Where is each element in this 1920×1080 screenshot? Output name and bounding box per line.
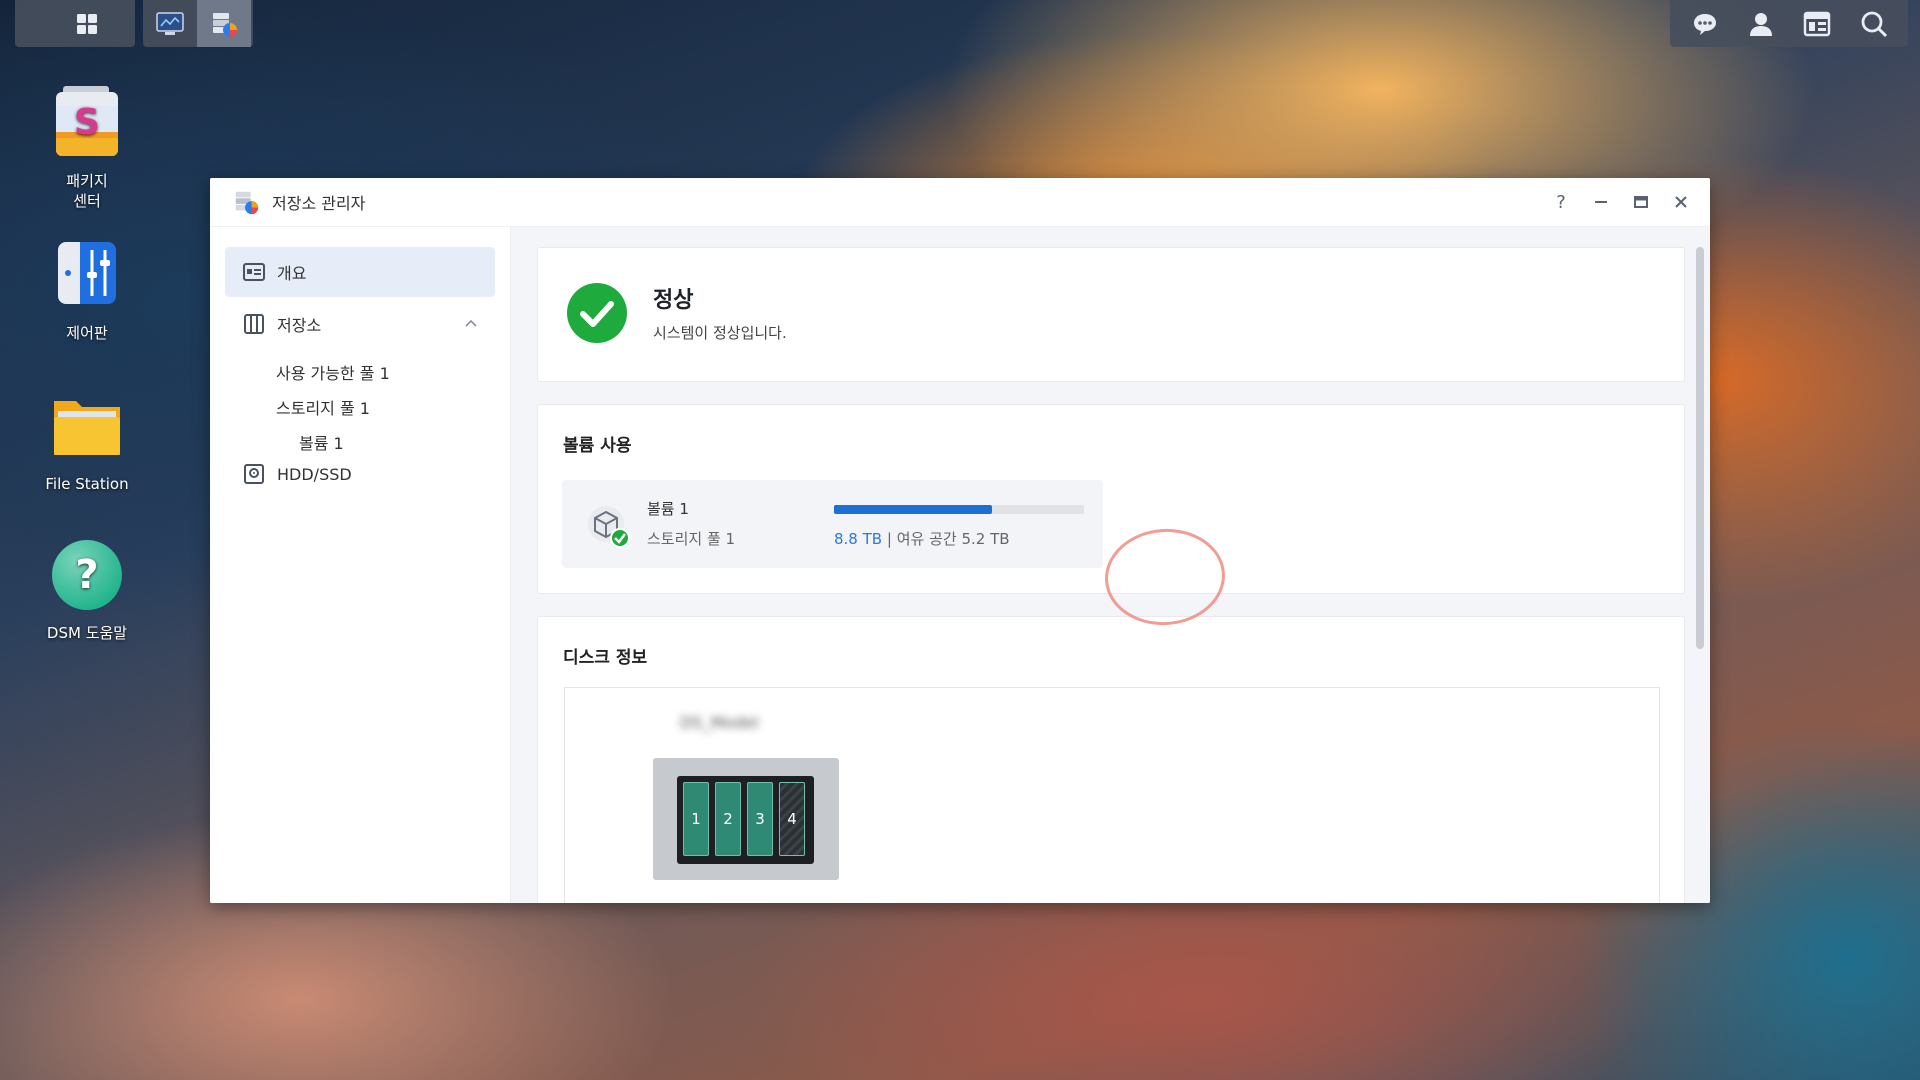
section-title: 볼륨 사용: [563, 436, 632, 456]
sidebar-item-storage-pool[interactable]: 스토리지 풀 1: [276, 395, 370, 419]
window-controls: ?: [1550, 178, 1692, 226]
minimize-button[interactable]: [1590, 191, 1612, 213]
taskbar-spacer: [15, 0, 39, 47]
sidebar-item-overview[interactable]: 개요: [225, 247, 495, 297]
search-icon[interactable]: [1860, 10, 1888, 38]
desktop-icon-label: 패키지 센터: [66, 172, 108, 210]
user-icon[interactable]: [1748, 11, 1774, 37]
desktop-icon-label: DSM 도움말: [46, 624, 128, 642]
check-circle-icon: [567, 283, 627, 343]
close-button[interactable]: [1670, 191, 1692, 213]
taskbar-app-storage-manager[interactable]: [197, 0, 251, 47]
volume-usage-item[interactable]: 볼륨 1 스토리지 풀 1 8.8 TB | 여유 공간 5.2 TB: [562, 480, 1103, 568]
usage-bar-fill: [834, 505, 992, 514]
help-icon: ?: [52, 540, 122, 610]
nas-device: 1 2 3 4: [653, 758, 839, 880]
disk-bay-1[interactable]: 1: [683, 782, 709, 856]
widgets-icon[interactable]: [1803, 11, 1831, 37]
desktop-icon-label: File Station: [45, 475, 129, 493]
volume-healthy-icon: [588, 506, 630, 548]
desktop-icon-control-panel[interactable]: 제어판: [30, 238, 144, 343]
maximize-button[interactable]: [1630, 191, 1652, 213]
storage-manager-window: 저장소 관리자 ? 개요 저장소 사용 가능한 풀 1 스토리지 풀 1 볼륨 …: [210, 178, 1710, 903]
volume-pool-name: 스토리지 풀 1: [647, 530, 736, 548]
taskbar-open-apps: [143, 0, 253, 47]
status-title: 정상: [653, 288, 694, 313]
maximize-icon: [1634, 196, 1648, 208]
chevron-up-icon[interactable]: [465, 319, 477, 327]
main-menu-button[interactable]: [39, 0, 135, 47]
sidebar-item-label: 저장소: [277, 316, 322, 335]
help-button[interactable]: ?: [1550, 191, 1572, 213]
taskbar-app-monitor[interactable]: [143, 0, 197, 47]
sidebar-item-storage[interactable]: 저장소: [225, 299, 495, 349]
volume-usage-text: 8.8 TB | 여유 공간 5.2 TB: [834, 528, 1010, 549]
storage-icon: [243, 313, 265, 335]
folder-icon: [54, 401, 120, 455]
status-card: 정상 시스템이 정상입니다.: [537, 247, 1685, 382]
desktop-icon-file-station[interactable]: File Station: [30, 389, 144, 494]
status-subtitle: 시스템이 정상입니다.: [653, 324, 787, 342]
sidebar-item-available-pool[interactable]: 사용 가능한 풀 1: [276, 360, 390, 384]
minimize-icon: [1595, 201, 1607, 203]
disk-diagram-frame: DS_Model 1 2 3 4: [564, 687, 1660, 903]
main-menu-icon: [77, 13, 97, 34]
disk-bay-4[interactable]: 4: [779, 782, 805, 856]
section-title: 디스크 정보: [563, 648, 648, 668]
desktop-icon-label: 제어판: [66, 324, 108, 342]
package-center-icon: S: [56, 86, 118, 156]
disk-bay-3[interactable]: 3: [747, 782, 773, 856]
close-icon: [1675, 196, 1687, 208]
svg-text:?: ?: [75, 552, 98, 598]
sidebar-item-hdd-ssd[interactable]: HDD/SSD: [225, 449, 495, 499]
hdd-icon: [243, 463, 265, 485]
nas-front-panel: 1 2 3 4: [677, 776, 814, 864]
window-titlebar[interactable]: 저장소 관리자 ?: [210, 178, 1710, 227]
disk-bay-4-label: 4: [787, 810, 797, 828]
scrollbar[interactable]: [1696, 247, 1704, 649]
control-panel-icon: [58, 242, 116, 304]
svg-text:S: S: [74, 102, 100, 143]
taskbar-left: [15, 0, 135, 47]
storage-manager-icon: [213, 12, 237, 37]
volume-name: 볼륨 1: [647, 500, 689, 518]
free-space: 여유 공간 5.2 TB: [896, 530, 1010, 548]
disk-bay-2[interactable]: 2: [715, 782, 741, 856]
main-content: 정상 시스템이 정상입니다. 볼륨 사용 볼륨 1 스토리지 풀 1 8.8 T…: [511, 227, 1710, 903]
desktop-icon-package-center[interactable]: S 패키지 센터: [30, 86, 144, 211]
usage-separator: |: [886, 530, 892, 548]
volume-usage-card: 볼륨 사용 볼륨 1 스토리지 풀 1 8.8 TB | 여유 공간 5.2 T…: [537, 404, 1685, 594]
sidebar-item-label: HDD/SSD: [277, 464, 352, 484]
taskbar-right: [1670, 0, 1908, 47]
chat-icon[interactable]: [1691, 11, 1719, 37]
desktop-icon-dsm-help[interactable]: ? DSM 도움말: [30, 538, 144, 643]
nas-model-label: DS_Model: [680, 713, 759, 732]
window-title: 저장소 관리자: [272, 194, 366, 213]
used-space: 8.8 TB: [834, 530, 883, 548]
storage-manager-icon: [235, 191, 259, 215]
sidebar-item-label: 개요: [277, 264, 307, 283]
disk-info-card: 디스크 정보 DS_Model 1 2 3 4: [537, 616, 1685, 903]
overview-icon: [243, 261, 265, 283]
sidebar: 개요 저장소 사용 가능한 풀 1 스토리지 풀 1 볼륨 1 HDD/SSD: [210, 227, 511, 903]
monitor-icon: [156, 11, 184, 35]
usage-bar: [834, 505, 1084, 514]
